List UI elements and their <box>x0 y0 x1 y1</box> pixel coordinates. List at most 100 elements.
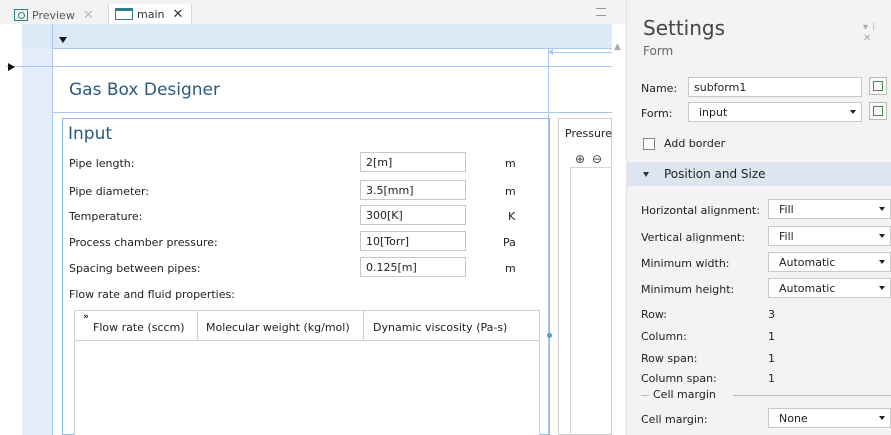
column-header-molecular-weight[interactable]: Molecular weight (kg/mol) <box>198 311 364 341</box>
column-header-viscosity[interactable]: Dynamic viscosity (Pa-s) <box>364 311 539 341</box>
scroll-up-icon[interactable]: ▲ <box>614 42 621 52</box>
chamber-pressure-unit: Pa <box>503 236 516 249</box>
chevron-down-icon <box>879 286 885 290</box>
flow-rate-table[interactable]: » Flow rate (sccm) Molecular weight (kg/… <box>74 310 540 435</box>
grid-guide-line <box>22 48 612 49</box>
left-arrow-icon <box>548 49 612 55</box>
horizontal-alignment-select[interactable]: Fill <box>768 199 891 219</box>
pipe-spacing-label: Spacing between pipes: <box>69 262 201 275</box>
pipe-length-unit: m <box>505 157 516 170</box>
position-size-section[interactable]: Position and Size <box>627 162 891 186</box>
pipe-diameter-unit: m <box>505 185 516 198</box>
grid-guide-line <box>6 66 612 67</box>
settings-panel: Settings Form ▾⁞✕ Name: subform1 Form: i… <box>626 0 891 435</box>
column-label: Column: <box>641 330 687 343</box>
minimum-width-select[interactable]: Automatic <box>768 252 891 272</box>
form-label: Form: <box>641 107 673 120</box>
form-icon <box>873 106 883 116</box>
chamber-pressure-label: Process chamber pressure: <box>69 236 218 249</box>
tab-preview[interactable]: Preview ✕ <box>14 6 94 24</box>
grid-guide-line <box>52 24 53 435</box>
row-value: 3 <box>768 308 775 321</box>
pipe-spacing-unit: m <box>505 262 516 275</box>
pipe-length-field[interactable]: 2[m] <box>360 152 466 172</box>
chamber-pressure-field[interactable]: 10[Torr] <box>360 231 466 251</box>
grid-guide-column[interactable] <box>22 48 52 435</box>
cell-margin-value: None <box>779 412 808 425</box>
chevron-down-icon <box>879 234 885 238</box>
row-marker-icon[interactable] <box>8 63 15 71</box>
horizontal-alignment-label: Horizontal alignment: <box>641 204 760 217</box>
folder-icon <box>115 8 133 20</box>
pipe-diameter-field[interactable]: 3.5[mm] <box>360 180 466 200</box>
input-panel-title: Input <box>68 124 113 144</box>
add-border-checkbox[interactable] <box>643 138 655 150</box>
cell-margin-group-label: Cell margin <box>653 388 716 401</box>
settings-title: Settings <box>643 16 726 40</box>
pressure-plot-area <box>570 167 612 435</box>
group-divider <box>733 395 891 396</box>
row-span-label: Row span: <box>641 352 698 365</box>
cell-margin-select[interactable]: None <box>768 408 891 428</box>
minimum-width-label: Minimum width: <box>641 257 730 270</box>
go-to-form-button[interactable] <box>869 102 887 120</box>
tab-overflow-icon[interactable] <box>596 8 606 16</box>
temperature-field[interactable]: 300[K] <box>360 205 466 225</box>
pipe-spacing-field[interactable]: 0.125[m] <box>360 257 466 277</box>
minimum-width-value: Automatic <box>779 256 836 269</box>
close-icon[interactable]: ✕ <box>83 9 94 22</box>
tab-preview-label: Preview <box>32 8 75 22</box>
preview-icon <box>14 9 28 21</box>
section-title: Position and Size <box>664 167 766 181</box>
close-icon[interactable]: ✕ <box>172 8 183 21</box>
tab-strip: Preview ✕ main ✕ <box>0 0 626 24</box>
settings-subtitle: Form <box>643 44 674 58</box>
row-span-value: 1 <box>768 352 775 365</box>
chevron-down-icon <box>879 260 885 264</box>
minimum-height-select[interactable]: Automatic <box>768 278 891 298</box>
cell-margin-label: Cell margin: <box>641 413 708 426</box>
chevron-down-icon <box>879 416 885 420</box>
add-border-label: Add border <box>664 137 726 150</box>
chevron-down-icon <box>643 172 649 177</box>
chevron-down-icon <box>879 207 885 211</box>
column-span-value: 1 <box>768 372 775 385</box>
minimum-height-label: Minimum height: <box>641 283 735 296</box>
group-divider <box>641 395 649 396</box>
minimum-height-value: Automatic <box>779 282 836 295</box>
column-header-label: Flow rate (sccm) <box>93 321 185 334</box>
horizontal-alignment-value: Fill <box>779 203 794 216</box>
edit-name-button[interactable] <box>869 77 887 95</box>
form-select[interactable]: input <box>688 102 862 122</box>
grid-guide-row[interactable] <box>22 24 612 48</box>
column-header-flow-rate[interactable]: » Flow rate (sccm) <box>75 311 198 341</box>
column-value: 1 <box>768 330 775 343</box>
app-title: Gas Box Designer <box>69 80 220 100</box>
title-divider <box>52 112 612 113</box>
vertical-alignment-select[interactable]: Fill <box>768 226 891 246</box>
chevron-down-icon <box>850 110 856 114</box>
zoom-in-icon[interactable]: ⊕ <box>575 152 585 166</box>
tab-main[interactable]: main ✕ <box>108 4 193 24</box>
form-select-value: input <box>699 106 728 119</box>
resize-handle[interactable] <box>547 333 552 338</box>
form-editor: Preview ✕ main ✕ ▲ Gas Box Designer Inpu… <box>0 0 626 435</box>
vertical-alignment-label: Vertical alignment: <box>641 231 745 244</box>
pipe-diameter-label: Pipe diameter: <box>69 185 150 198</box>
pressure-panel-title: Pressure <box>565 127 612 140</box>
column-span-label: Column span: <box>641 372 717 385</box>
temperature-unit: K <box>508 210 516 223</box>
column-options-icon[interactable]: » <box>83 312 89 322</box>
tab-main-label: main <box>137 7 165 21</box>
vertical-alignment-value: Fill <box>779 230 794 243</box>
edit-icon <box>873 81 883 91</box>
table-label: Flow rate and fluid properties: <box>69 288 235 301</box>
table-header: » Flow rate (sccm) Molecular weight (kg/… <box>75 311 539 341</box>
zoom-out-icon[interactable]: ⊖ <box>592 152 602 166</box>
pipe-length-label: Pipe length: <box>69 157 135 170</box>
column-marker-icon[interactable] <box>59 37 67 43</box>
panel-controls-icon[interactable]: ▾⁞✕ <box>863 22 891 44</box>
temperature-label: Temperature: <box>69 210 143 223</box>
name-field[interactable]: subform1 <box>688 77 862 97</box>
row-label: Row: <box>641 308 667 321</box>
